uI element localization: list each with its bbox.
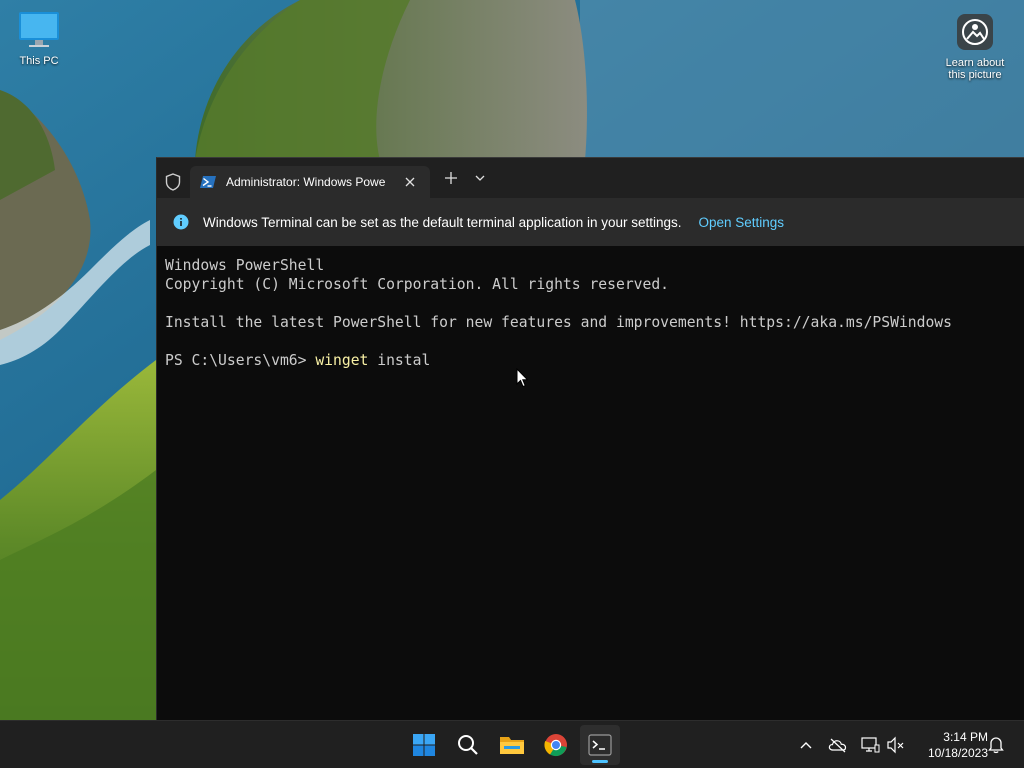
command-text: winget <box>315 352 369 369</box>
learn-about-picture-icon <box>957 14 993 50</box>
admin-shield-icon <box>165 173 181 191</box>
chrome-icon <box>544 734 567 757</box>
network-button[interactable] <box>860 735 880 755</box>
start-button[interactable] <box>404 725 444 765</box>
this-pc-shortcut[interactable]: This PC <box>4 10 74 67</box>
open-settings-link[interactable]: Open Settings <box>699 215 785 230</box>
info-icon <box>173 214 189 230</box>
terminal-button[interactable] <box>580 725 620 765</box>
active-app-indicator <box>592 760 608 763</box>
monitor-icon <box>19 12 59 47</box>
tab-title: Administrator: Windows Powe <box>226 175 386 189</box>
terminal-tab-bar: Administrator: Windows Powe <box>157 158 1024 198</box>
console-line: Copyright (C) Microsoft Corporation. All… <box>165 276 670 293</box>
learn-about-picture-label-2: this picture <box>948 69 1002 81</box>
close-tab-icon[interactable] <box>402 176 418 188</box>
taskbar-clock[interactable]: 3:14 PM 10/18/2023 <box>910 729 988 761</box>
volume-button[interactable] <box>886 735 906 755</box>
taskbar: 3:14 PM 10/18/2023 <box>0 720 1024 768</box>
file-explorer-icon <box>500 737 524 754</box>
file-explorer-button[interactable] <box>492 725 532 765</box>
default-terminal-infobar: Windows Terminal can be set as the defau… <box>157 198 1024 246</box>
learn-about-picture-shortcut[interactable]: Learn about this picture <box>940 12 1010 81</box>
volume-muted-icon <box>887 736 904 754</box>
tab-powershell[interactable]: Administrator: Windows Powe <box>190 166 430 198</box>
learn-about-picture-label-1: Learn about <box>945 57 1005 69</box>
chevron-down-icon[interactable] <box>474 173 486 183</box>
chevron-up-icon <box>800 742 812 749</box>
new-tab-plus-icon[interactable] <box>443 170 459 186</box>
prompt-line[interactable]: PS C:\Users\vm6> winget instal <box>165 351 1017 370</box>
console-line: Install the latest PowerShell for new fe… <box>165 314 952 331</box>
prompt-text: PS C:\Users\vm6> <box>165 352 316 369</box>
bell-icon <box>988 737 1004 754</box>
infobar-message: Windows Terminal can be set as the defau… <box>203 214 682 230</box>
powershell-icon <box>200 176 216 188</box>
onedrive-offline-icon <box>828 738 847 753</box>
console-line: Windows PowerShell <box>165 257 325 274</box>
search-icon <box>458 735 478 755</box>
network-icon <box>861 737 880 753</box>
show-hidden-icons-button[interactable] <box>796 735 816 755</box>
terminal-window[interactable]: Administrator: Windows Powe Windows Term… <box>156 157 1024 720</box>
start-icon <box>413 734 435 756</box>
command-args: instal <box>368 352 431 369</box>
this-pc-label: This PC <box>19 55 59 67</box>
clock-time: 3:14 PM <box>943 730 988 744</box>
terminal-icon <box>588 734 612 756</box>
notifications-button[interactable] <box>986 735 1006 755</box>
search-button[interactable] <box>448 725 488 765</box>
mouse-cursor-icon <box>516 368 528 388</box>
clock-date: 10/18/2023 <box>927 746 988 760</box>
console-output[interactable]: Windows PowerShell Copyright (C) Microso… <box>165 256 1017 370</box>
onedrive-button[interactable] <box>828 735 848 755</box>
chrome-button[interactable] <box>536 725 576 765</box>
